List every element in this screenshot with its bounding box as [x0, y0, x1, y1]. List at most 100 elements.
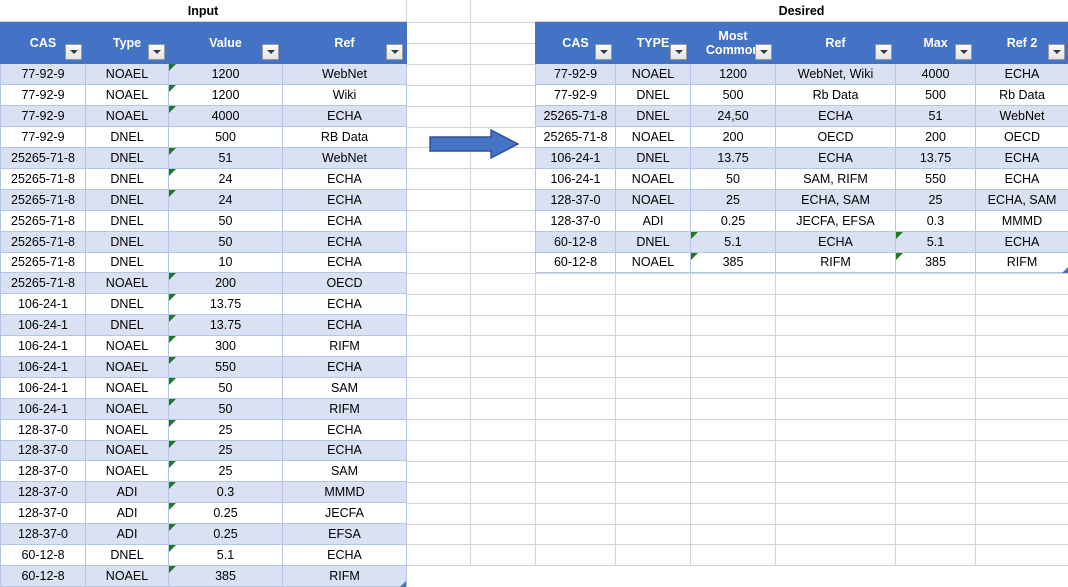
- input-cell-value[interactable]: 50: [169, 231, 283, 252]
- input-cell-ref[interactable]: ECHA: [283, 231, 407, 252]
- desired-cell-max[interactable]: 500: [896, 85, 976, 106]
- input-cell-value[interactable]: 24: [169, 189, 283, 210]
- input-cell-type[interactable]: DNEL: [86, 315, 169, 336]
- desired-cell-cas[interactable]: 60-12-8: [536, 231, 616, 252]
- desired-col-header-type[interactable]: TYPE: [616, 22, 691, 64]
- input-cell-ref[interactable]: ECHA: [283, 419, 407, 440]
- input-cell-ref[interactable]: JECFA: [283, 503, 407, 524]
- input-cell-type[interactable]: NOAEL: [86, 398, 169, 419]
- desired-cell-ref2[interactable]: OECD: [976, 127, 1068, 148]
- input-cell-type[interactable]: NOAEL: [86, 85, 169, 106]
- input-cell-value[interactable]: 50: [169, 398, 283, 419]
- input-cell-value[interactable]: 385: [169, 565, 283, 586]
- desired-cell-max[interactable]: 200: [896, 127, 976, 148]
- input-cell-cas[interactable]: 128-37-0: [1, 524, 86, 545]
- input-table-row[interactable]: 106-24-1DNEL13.75ECHA: [1, 315, 407, 336]
- chevron-down-icon-desired-cas[interactable]: [595, 44, 612, 60]
- desired-table-row[interactable]: 60-12-8DNEL5.1ECHA5.1ECHA: [536, 231, 1068, 252]
- desired-cell-most-common[interactable]: 500: [691, 85, 776, 106]
- input-cell-cas[interactable]: 128-37-0: [1, 482, 86, 503]
- desired-cell-most-common[interactable]: 24,50: [691, 106, 776, 127]
- input-table-row[interactable]: 25265-71-8DNEL24ECHA: [1, 168, 407, 189]
- desired-cell-type[interactable]: NOAEL: [616, 168, 691, 189]
- input-cell-ref[interactable]: Wiki: [283, 85, 407, 106]
- desired-col-header-most-common[interactable]: Most Common: [691, 22, 776, 64]
- desired-col-header-ref[interactable]: Ref: [776, 22, 896, 64]
- desired-table-row[interactable]: 106-24-1DNEL13.75ECHA13.75ECHA: [536, 148, 1068, 169]
- input-cell-value[interactable]: 300: [169, 336, 283, 357]
- desired-table-row[interactable]: 128-37-0NOAEL25ECHA, SAM25ECHA, SAM: [536, 189, 1068, 210]
- desired-cell-ref[interactable]: WebNet, Wiki: [776, 64, 896, 85]
- input-cell-cas[interactable]: 106-24-1: [1, 377, 86, 398]
- input-cell-cas[interactable]: 128-37-0: [1, 461, 86, 482]
- desired-cell-most-common[interactable]: 50: [691, 168, 776, 189]
- desired-cell-ref[interactable]: ECHA, SAM: [776, 189, 896, 210]
- input-cell-value[interactable]: 50: [169, 210, 283, 231]
- input-cell-type[interactable]: DNEL: [86, 189, 169, 210]
- input-cell-type[interactable]: DNEL: [86, 210, 169, 231]
- desired-table-row[interactable]: 128-37-0ADI0.25JECFA, EFSA0.3MMMD: [536, 210, 1068, 231]
- desired-cell-ref2[interactable]: MMMD: [976, 210, 1068, 231]
- desired-cell-ref2[interactable]: ECHA: [976, 64, 1068, 85]
- input-cell-type[interactable]: NOAEL: [86, 356, 169, 377]
- input-cell-ref[interactable]: WebNet: [283, 148, 407, 169]
- desired-cell-cas[interactable]: 106-24-1: [536, 148, 616, 169]
- desired-cell-type[interactable]: DNEL: [616, 231, 691, 252]
- input-cell-ref[interactable]: RIFM: [283, 565, 407, 586]
- input-table-row[interactable]: 25265-71-8DNEL10ECHA: [1, 252, 407, 273]
- input-cell-cas[interactable]: 25265-71-8: [1, 210, 86, 231]
- desired-cell-ref2[interactable]: ECHA: [976, 148, 1068, 169]
- chevron-down-icon-desired-most-common[interactable]: [755, 44, 772, 60]
- input-cell-type[interactable]: DNEL: [86, 168, 169, 189]
- desired-cell-ref[interactable]: RIFM: [776, 252, 896, 273]
- input-table-row[interactable]: 128-37-0NOAEL25ECHA: [1, 419, 407, 440]
- desired-cell-ref[interactable]: ECHA: [776, 231, 896, 252]
- input-cell-ref[interactable]: ECHA: [283, 210, 407, 231]
- input-cell-cas[interactable]: 128-37-0: [1, 440, 86, 461]
- input-cell-value[interactable]: 550: [169, 356, 283, 377]
- desired-cell-most-common[interactable]: 13.75: [691, 148, 776, 169]
- input-cell-cas[interactable]: 106-24-1: [1, 294, 86, 315]
- input-cell-type[interactable]: ADI: [86, 482, 169, 503]
- input-table-row[interactable]: 77-92-9NOAEL1200Wiki: [1, 85, 407, 106]
- desired-cell-most-common[interactable]: 5.1: [691, 231, 776, 252]
- input-cell-cas[interactable]: 106-24-1: [1, 315, 86, 336]
- input-cell-cas[interactable]: 60-12-8: [1, 565, 86, 586]
- desired-cell-type[interactable]: DNEL: [616, 85, 691, 106]
- input-cell-cas[interactable]: 25265-71-8: [1, 252, 86, 273]
- desired-cell-ref2[interactable]: ECHA, SAM: [976, 189, 1068, 210]
- input-col-header-cas[interactable]: CAS: [1, 22, 86, 64]
- input-table-row[interactable]: 128-37-0NOAEL25ECHA: [1, 440, 407, 461]
- chevron-down-icon-input-cas[interactable]: [65, 44, 82, 60]
- desired-cell-ref[interactable]: SAM, RIFM: [776, 168, 896, 189]
- desired-cell-max[interactable]: 5.1: [896, 231, 976, 252]
- input-cell-cas[interactable]: 60-12-8: [1, 544, 86, 565]
- input-cell-type[interactable]: NOAEL: [86, 106, 169, 127]
- input-cell-ref[interactable]: ECHA: [283, 544, 407, 565]
- desired-cell-cas[interactable]: 77-92-9: [536, 85, 616, 106]
- input-cell-value[interactable]: 13.75: [169, 294, 283, 315]
- desired-cell-ref2[interactable]: ECHA: [976, 231, 1068, 252]
- input-cell-type[interactable]: NOAEL: [86, 419, 169, 440]
- input-cell-type[interactable]: NOAEL: [86, 273, 169, 294]
- input-table-row[interactable]: 106-24-1NOAEL300RIFM: [1, 336, 407, 357]
- desired-cell-ref[interactable]: JECFA, EFSA: [776, 210, 896, 231]
- input-table-row[interactable]: 60-12-8NOAEL385RIFM: [1, 565, 407, 586]
- desired-cell-ref2[interactable]: ECHA: [976, 168, 1068, 189]
- input-cell-cas[interactable]: 25265-71-8: [1, 189, 86, 210]
- input-cell-type[interactable]: ADI: [86, 524, 169, 545]
- input-table-resize-grip[interactable]: [400, 581, 406, 587]
- input-table-row[interactable]: 77-92-9NOAEL4000ECHA: [1, 106, 407, 127]
- input-col-header-ref[interactable]: Ref: [283, 22, 407, 64]
- input-col-header-type[interactable]: Type: [86, 22, 169, 64]
- input-cell-cas[interactable]: 25265-71-8: [1, 231, 86, 252]
- input-cell-type[interactable]: NOAEL: [86, 461, 169, 482]
- input-cell-type[interactable]: DNEL: [86, 148, 169, 169]
- desired-cell-most-common[interactable]: 0.25: [691, 210, 776, 231]
- desired-cell-cas[interactable]: 77-92-9: [536, 64, 616, 85]
- input-table-row[interactable]: 77-92-9DNEL500RB Data: [1, 127, 407, 148]
- input-table-row[interactable]: 25265-71-8DNEL24ECHA: [1, 189, 407, 210]
- input-table-row[interactable]: 25265-71-8DNEL50ECHA: [1, 231, 407, 252]
- input-table-row[interactable]: 25265-71-8DNEL51WebNet: [1, 148, 407, 169]
- chevron-down-icon-input-value[interactable]: [262, 44, 279, 60]
